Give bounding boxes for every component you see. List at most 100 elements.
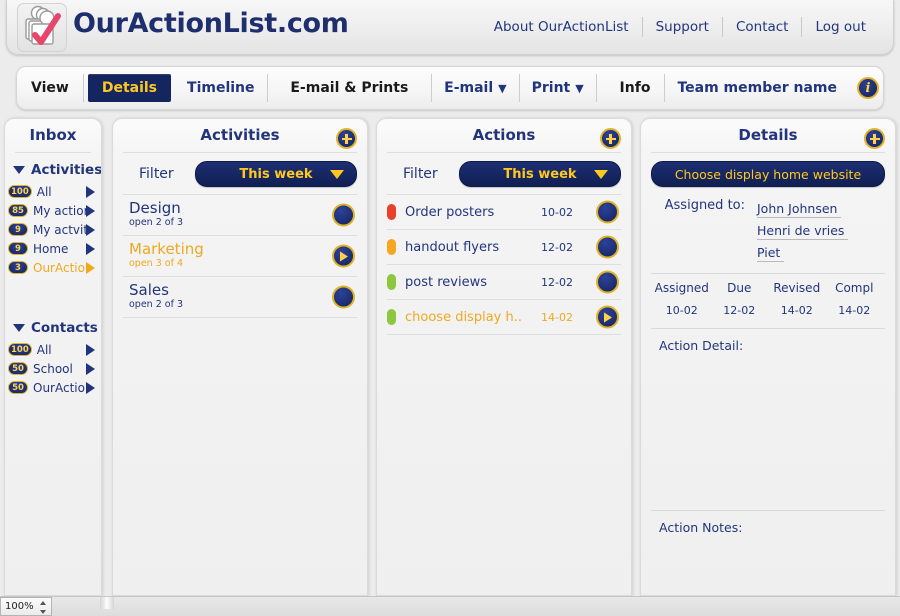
date-column-due: Due 12-02: [711, 281, 769, 317]
sidebar-group-contacts[interactable]: Contacts: [5, 311, 101, 340]
priority-dot-icon: [387, 204, 396, 220]
date-column-assigned: Assigned 10-02: [653, 281, 711, 317]
sidebar-item-my-action[interactable]: 85 My action: [5, 201, 101, 220]
sidebar-contact-school[interactable]: 50 School: [5, 359, 101, 378]
date-value: 14-02: [838, 304, 871, 317]
action-row-post-reviews[interactable]: post reviews 12-02: [377, 265, 631, 299]
sidebar-item-label: All: [36, 184, 52, 199]
triangle-right-icon[interactable]: [86, 223, 95, 236]
add-detail-button[interactable]: [864, 128, 885, 149]
count-badge: 50: [8, 381, 28, 394]
menu-email[interactable]: E-mail ▼: [432, 74, 518, 103]
chevron-down-icon: ▼: [575, 81, 584, 95]
sidebar-item-label: Home: [33, 241, 69, 256]
sidebar-item-label: School: [33, 361, 73, 376]
action-notes-field[interactable]: [641, 535, 895, 595]
activity-select-button[interactable]: [332, 203, 355, 227]
nav-link-support[interactable]: Support: [643, 16, 722, 38]
triangle-right-icon[interactable]: [86, 343, 95, 356]
sidebar-item-label: My action: [33, 203, 86, 218]
triangle-right-icon[interactable]: [86, 381, 95, 394]
activity-row-sales[interactable]: Sales open 2 of 3: [113, 277, 367, 317]
menu-print[interactable]: Print ▼: [520, 74, 596, 103]
activities-panel: Activities Filter This week Design open …: [112, 118, 368, 596]
sidebar-item-label: All: [36, 342, 52, 357]
tab-timeline[interactable]: Timeline: [175, 74, 267, 102]
activity-open-count: open 2 of 3: [129, 217, 184, 228]
nav-link-logout[interactable]: Log out: [802, 16, 879, 38]
action-select-button[interactable]: [596, 200, 619, 224]
assigned-to-label: Assigned to:: [664, 198, 745, 213]
action-detail-field[interactable]: [641, 353, 895, 501]
assignee-name[interactable]: Henri de vries: [757, 222, 849, 240]
action-play-button[interactable]: [596, 305, 619, 329]
sidebar-item-all[interactable]: 100 All: [5, 182, 101, 201]
priority-dot-icon: [387, 309, 396, 325]
action-date: 14-02: [541, 310, 573, 324]
triangle-right-icon[interactable]: [86, 261, 95, 274]
toolbar-divider: [266, 74, 268, 102]
activity-row-design[interactable]: Design open 2 of 3: [113, 195, 367, 235]
application-window: OurActionList.com About OurActionList Su…: [0, 0, 900, 616]
date-header: Due: [727, 281, 752, 295]
action-notes-label: Action Notes:: [659, 520, 743, 535]
sidebar-item-ouractionlist[interactable]: 3 OurActio..: [5, 258, 101, 277]
action-row-order-posters[interactable]: Order posters 10-02: [377, 195, 631, 229]
stepper-icon[interactable]: [39, 601, 46, 614]
action-date: 12-02: [541, 240, 573, 254]
zoom-control[interactable]: 100%: [0, 597, 52, 616]
action-date: 10-02: [541, 205, 573, 219]
triangle-right-icon[interactable]: [86, 185, 95, 198]
actions-filter-row: Filter This week: [377, 153, 631, 194]
assignee-name[interactable]: John Johnsen: [757, 200, 842, 218]
assigned-to-block: Assigned to: John Johnsen Henri de vries…: [641, 187, 895, 264]
date-header: Revised: [773, 281, 821, 295]
menu-email-label: E-mail: [444, 79, 494, 96]
activity-name: Design: [129, 199, 181, 217]
team-member-name[interactable]: Team member name: [665, 74, 849, 102]
header-nav: About OurActionList Support Contact Log …: [481, 15, 879, 39]
action-select-button[interactable]: [596, 270, 619, 294]
sidebar-contact-all[interactable]: 100 All: [5, 340, 101, 359]
count-badge: 50: [8, 362, 28, 375]
date-header: Assigned: [654, 281, 709, 295]
sidebar-item-my-actvity[interactable]: 9 My actvity: [5, 220, 101, 239]
divider: [387, 334, 621, 335]
priority-dot-icon: [387, 239, 396, 255]
toolbar-view-label: View: [31, 80, 69, 96]
action-row-choose-display[interactable]: choose display h.. 14-02: [377, 300, 631, 334]
triangle-right-icon[interactable]: [86, 204, 95, 217]
date-value: 12-02: [723, 304, 756, 317]
status-bar: 100%: [0, 596, 900, 616]
info-icon[interactable]: i: [857, 77, 879, 99]
brand-title: OurActionList.com: [73, 8, 349, 39]
action-select-button[interactable]: [596, 235, 619, 259]
actions-filter-label: Filter: [403, 166, 438, 182]
add-activity-button[interactable]: [336, 128, 357, 149]
triangle-down-icon: [13, 324, 25, 332]
add-action-button[interactable]: [600, 128, 621, 149]
sidebar-item-label: OurActio..: [33, 380, 86, 395]
activity-select-button[interactable]: [332, 285, 355, 309]
sidebar-item-home[interactable]: 9 Home: [5, 239, 101, 258]
detail-action-title[interactable]: Choose display home website: [651, 161, 885, 187]
activity-name: Marketing: [129, 240, 204, 258]
triangle-right-icon[interactable]: [86, 242, 95, 255]
toolbar-divider: [82, 74, 84, 102]
activity-name: Sales: [129, 281, 169, 299]
triangle-right-icon[interactable]: [86, 362, 95, 375]
sidebar-item-label: OurActio..: [33, 260, 86, 275]
assignee-name[interactable]: Piet: [757, 244, 785, 262]
action-row-handout-flyers[interactable]: handout flyers 12-02: [377, 230, 631, 264]
activity-play-button[interactable]: [332, 244, 355, 268]
sidebar-group-activities[interactable]: Activities: [5, 153, 101, 182]
activities-filter-dropdown[interactable]: This week: [195, 161, 357, 187]
nav-link-about[interactable]: About OurActionList: [481, 16, 642, 38]
nav-link-contact[interactable]: Contact: [723, 16, 802, 38]
tab-details[interactable]: Details: [87, 74, 172, 102]
sidebar-contact-ouractionlist[interactable]: 50 OurActio..: [5, 378, 101, 397]
actions-filter-dropdown[interactable]: This week: [459, 161, 621, 187]
activity-row-marketing[interactable]: Marketing open 3 of 4: [113, 236, 367, 276]
count-badge: 100: [8, 185, 32, 198]
horizontal-scrollbar-thumb[interactable]: [100, 597, 114, 609]
